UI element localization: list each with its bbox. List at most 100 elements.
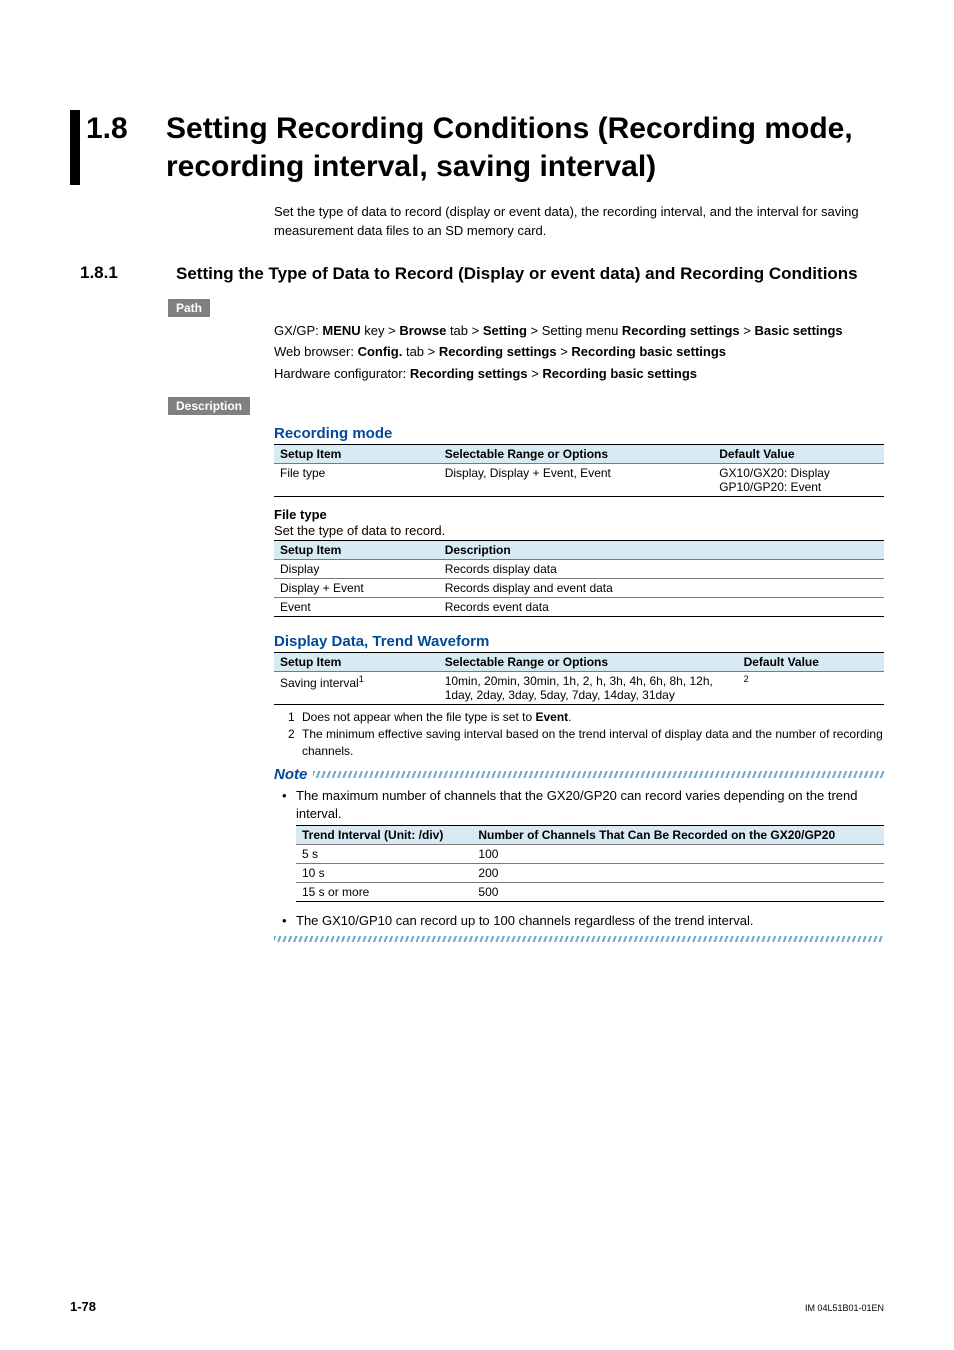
note-bullet-2-text: The GX10/GP10 can record up to 100 chann… [296,912,884,930]
path-line2-t2: > [557,344,572,359]
note-bullet-1-text: The maximum number of channels that the … [296,787,884,823]
path-line2-t1: tab > [402,344,439,359]
footnote-2-num: 2 [288,726,302,760]
cell-desc: Records display and event data [439,579,884,598]
footnote-2-text: The minimum effective saving interval ba… [302,726,884,760]
th-setup-item: Setup Item [274,445,439,464]
th-options: Selectable Range or Options [439,653,738,672]
path-line1-t1: key > [361,323,400,338]
description-block: Description [70,397,884,415]
cell-options: Display, Display + Event, Event [439,464,714,497]
section-header: 1.8 Setting Recording Conditions (Record… [70,110,884,185]
bullet-dot-icon: • [282,912,296,930]
file-type-heading: File type [274,507,884,522]
path-line3-pre: Hardware configurator: [274,366,410,381]
section-number: 1.8 [86,110,166,146]
path-line2-config: Config. [358,344,403,359]
note-bullet-2: • The GX10/GP10 can record up to 100 cha… [282,912,884,930]
path-line1-t2: tab > [446,323,483,338]
cell-default-sup: 2 [744,674,749,684]
path-line1-browse: Browse [399,323,446,338]
page-footer: 1-78 IM 04L51B01-01EN [70,1299,884,1314]
path-label: Path [168,299,210,317]
path-line1-t3: > Setting menu [527,323,622,338]
note-label: Note [274,766,307,783]
note-bullet-1: • The maximum number of channels that th… [282,787,884,823]
th-options: Selectable Range or Options [439,445,714,464]
footnote-block: 1 Does not appear when the file type is … [288,709,884,759]
cell-item: Display + Event [274,579,439,598]
cell-default-l2: GP10/GP20: Event [719,480,878,494]
document-id: IM 04L51B01-01EN [805,1303,884,1313]
footnote-1-num: 1 [288,709,302,726]
path-line1-t4: > [740,323,755,338]
cell-options: 10min, 20min, 30min, 1h, 2, h, 3h, 4h, 6… [439,672,738,705]
note-end-hatch-icon [274,936,884,942]
cell-default: GX10/GX20: Display GP10/GP20: Event [713,464,884,497]
cell-channels: 100 [472,845,884,864]
th-setup-item: Setup Item [274,541,439,560]
path-line1-menu: MENU [322,323,360,338]
th-trend-interval: Trend Interval (Unit: /div) [296,826,472,845]
cell-item-text: Saving interval [280,676,359,690]
table-row: 15 s or more 500 [296,883,884,902]
page-number: 1-78 [70,1299,96,1314]
path-line1-setting: Setting [483,323,527,338]
table-row: 5 s 100 [296,845,884,864]
path-line1-recset: Recording settings [622,323,740,338]
table-row: Event Records event data [274,598,884,617]
cell-item-sup: 1 [359,674,364,684]
footnote-1-text-c: . [568,710,571,724]
th-default: Default Value [713,445,884,464]
footnote-1-text-a: Does not appear when the file type is se… [302,710,535,724]
description-label: Description [168,397,250,415]
cell-desc: Records display data [439,560,884,579]
path-block: Path [70,299,884,317]
table-row: Display + Event Records display and even… [274,579,884,598]
cell-channels: 200 [472,864,884,883]
cell-item: Display [274,560,439,579]
cell-desc: Records event data [439,598,884,617]
path-body: GX/GP: MENU key > Browse tab > Setting >… [274,321,884,384]
cell-default: 2 [738,672,884,705]
path-line3-basic: Recording basic settings [542,366,697,381]
path-line3-t1: > [528,366,543,381]
path-line1-pre: GX/GP: [274,323,322,338]
path-line2-recset: Recording settings [439,344,557,359]
cell-item: Saving interval1 [274,672,439,705]
display-data-heading: Display Data, Trend Waveform [274,633,884,650]
footnote-1-text-b: Event [535,710,568,724]
description-body: Recording mode Setup Item Selectable Ran… [274,425,884,942]
file-type-table: Setup Item Description Display Records d… [274,540,884,617]
file-type-intro: Set the type of data to record. [274,523,884,538]
recording-mode-heading: Recording mode [274,425,884,442]
trend-interval-table: Trend Interval (Unit: /div) Number of Ch… [296,825,884,902]
subsection-title: Setting the Type of Data to Record (Disp… [176,263,884,285]
footnote-1: 1 Does not appear when the file type is … [288,709,884,726]
cell-interval: 5 s [296,845,472,864]
th-default: Default Value [738,653,884,672]
cell-channels: 500 [472,883,884,902]
table-row: File type Display, Display + Event, Even… [274,464,884,497]
bullet-dot-icon: • [282,787,296,823]
table-row: Saving interval1 10min, 20min, 30min, 1h… [274,672,884,705]
footnote-2: 2 The minimum effective saving interval … [288,726,884,760]
path-line2-basic: Recording basic settings [571,344,726,359]
section-lead-paragraph: Set the type of data to record (display … [274,203,884,241]
subsection-number: 1.8.1 [80,263,176,283]
cell-item: Event [274,598,439,617]
cell-item: File type [274,464,439,497]
section-accent-bar [70,110,80,185]
section-title: Setting Recording Conditions (Recording … [166,110,884,185]
th-channel-count: Number of Channels That Can Be Recorded … [472,826,884,845]
path-line1-basic: Basic settings [755,323,843,338]
cell-interval: 10 s [296,864,472,883]
path-line2-pre: Web browser: [274,344,358,359]
note-header: Note [274,766,884,783]
note-hatch-icon [313,771,884,778]
subsection-header: 1.8.1 Setting the Type of Data to Record… [70,263,884,285]
path-line3-recset: Recording settings [410,366,528,381]
cell-interval: 15 s or more [296,883,472,902]
cell-default-l1: GX10/GX20: Display [719,466,878,480]
table-row: Display Records display data [274,560,884,579]
